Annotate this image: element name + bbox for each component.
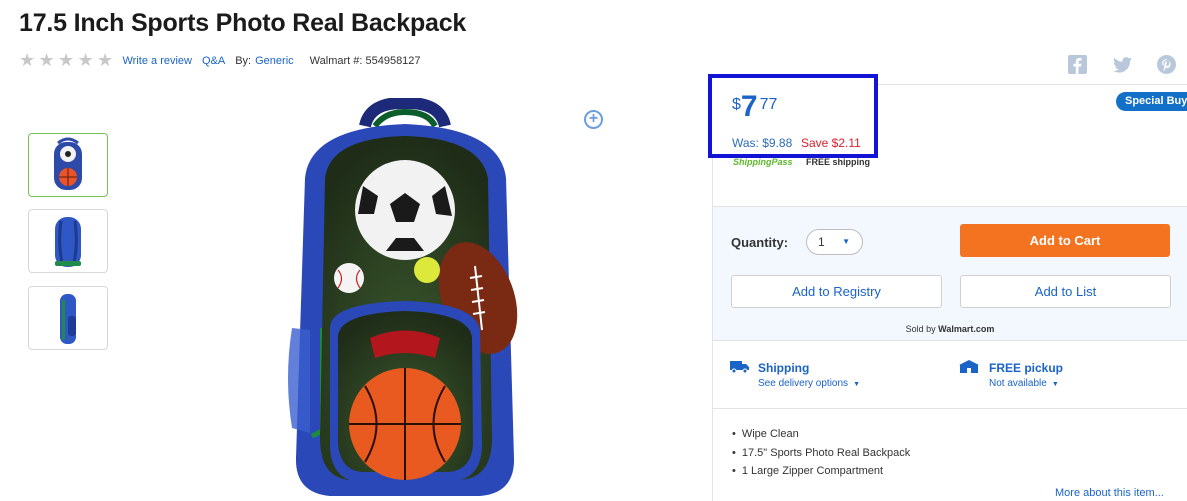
qa-link[interactable]: Q&A: [202, 55, 225, 67]
delivery-options-label: See delivery options: [758, 378, 849, 389]
shippingpass-logo: ShippingPass: [733, 157, 793, 167]
feature-item: 1 Large Zipper Compartment: [732, 465, 910, 484]
chevron-down-icon: ▼: [842, 237, 850, 246]
current-price: $ 7 77: [732, 92, 777, 122]
chevron-down-icon: ▼: [1051, 381, 1059, 388]
pickup-status-label: Not available: [989, 378, 1047, 389]
feature-item: 17.5" Sports Photo Real Backpack: [732, 447, 910, 466]
star-icon: ★: [58, 50, 75, 71]
thumbnail-front[interactable]: [28, 133, 108, 197]
price-dollars: 7: [740, 90, 758, 123]
pinterest-icon[interactable]: [1157, 55, 1176, 74]
add-to-registry-button[interactable]: Add to Registry: [731, 275, 942, 308]
quantity-label: Quantity:: [731, 235, 789, 250]
free-pickup-title[interactable]: FREE pickup: [989, 361, 1063, 375]
write-review-link[interactable]: Write a review: [123, 55, 192, 67]
walmart-number: Walmart #: 554958127: [309, 55, 421, 67]
truck-icon: [730, 361, 749, 373]
facebook-icon[interactable]: [1068, 55, 1087, 74]
star-icon: ★: [77, 50, 94, 71]
zoom-in-icon[interactable]: +: [584, 110, 603, 129]
star-icon: ★: [19, 50, 36, 71]
price-cents: 77: [759, 96, 778, 113]
pickup-availability-link[interactable]: Not available ▼: [989, 378, 1059, 389]
section-divider: [713, 408, 1187, 409]
more-about-item-link[interactable]: More about this item...: [1055, 487, 1164, 499]
feature-item: Wipe Clean: [732, 428, 910, 447]
star-icon: ★: [38, 50, 55, 71]
shipping-title[interactable]: Shipping: [758, 361, 809, 375]
page-title: 17.5 Inch Sports Photo Real Backpack: [19, 9, 467, 37]
feature-list: Wipe Clean 17.5" Sports Photo Real Backp…: [732, 428, 910, 484]
backpack-thumbnail-image: [55, 217, 81, 267]
add-to-cart-button[interactable]: Add to Cart: [960, 224, 1170, 257]
quantity-value: 1: [818, 235, 825, 249]
sold-by-label: Sold by: [905, 324, 936, 334]
price-currency: $: [732, 96, 741, 113]
see-delivery-options-link[interactable]: See delivery options ▼: [758, 378, 860, 389]
free-shipping-text: FREE shipping: [806, 157, 870, 167]
sold-by: Sold by Walmart.com: [713, 324, 1187, 334]
savings-amount: Save $2.11: [801, 136, 861, 150]
special-buy-badge: Special Buy: [1116, 92, 1187, 111]
store-icon: [959, 360, 979, 373]
thumbnail-back[interactable]: [28, 209, 108, 273]
by-label: By:: [235, 55, 252, 67]
backpack-thumbnail-image: [60, 294, 76, 344]
backpack-thumbnail-image: [54, 137, 82, 190]
star-icon: ★: [97, 50, 114, 71]
thumbnail-side[interactable]: [28, 286, 108, 350]
product-main-image: [288, 98, 518, 496]
quantity-select[interactable]: 1 ▼: [806, 229, 863, 255]
was-price: Was: $9.88: [732, 136, 793, 150]
twitter-icon[interactable]: [1113, 57, 1132, 73]
chevron-down-icon: ▼: [853, 381, 860, 388]
add-to-list-button[interactable]: Add to List: [960, 275, 1171, 308]
price-highlight-box: $ 7 77 Was: $9.88 Save $2.11: [708, 74, 878, 158]
seller-name[interactable]: Walmart.com: [938, 324, 994, 334]
rating-stars[interactable]: ★ ★ ★ ★ ★: [19, 50, 117, 71]
add-to-cart-panel: Quantity: 1 ▼ Add to Cart Add to Registr…: [713, 206, 1187, 341]
product-meta-row: ★ ★ ★ ★ ★ Write a review Q&A By: Generic…: [19, 50, 421, 71]
brand-link[interactable]: Generic: [255, 55, 294, 67]
